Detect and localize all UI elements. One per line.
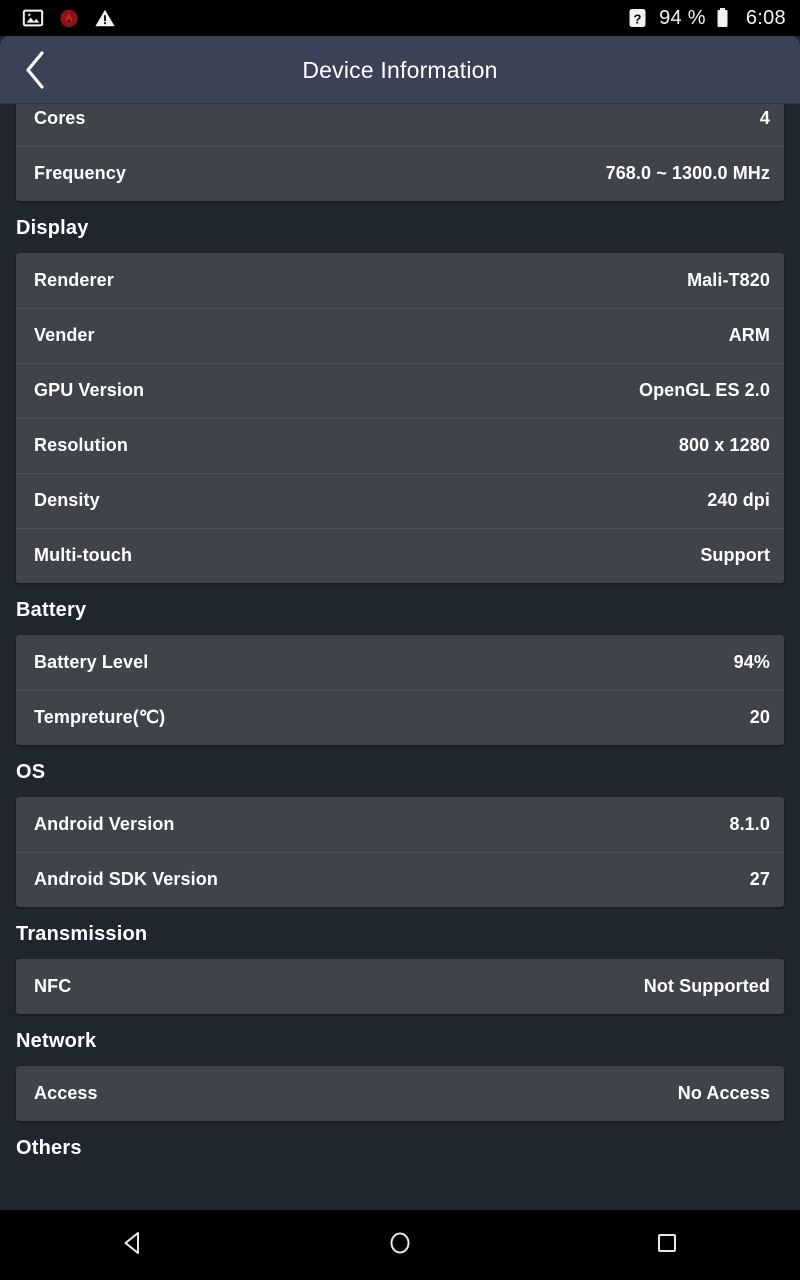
app-bar: Device Information bbox=[0, 36, 800, 104]
section-title-network-section: Network bbox=[16, 1030, 97, 1052]
card-display-section: Renderer Mali-T820 Vender ARM GPU Version Ope… bbox=[16, 253, 784, 583]
info-row-value: No Access bbox=[677, 1083, 770, 1103]
image-icon bbox=[22, 7, 44, 29]
info-row[interactable]: Tempreture(℃) 20 bbox=[16, 690, 784, 745]
device-information-screen: ? 94 % 6:08 Device Information Cores 4 F… bbox=[0, 0, 800, 1280]
nav-back-triangle-icon bbox=[118, 1228, 148, 1263]
nav-home-button[interactable] bbox=[267, 1210, 534, 1280]
info-row-value: 768.0 ~ 1300.0 MHz bbox=[605, 163, 770, 183]
info-row-label: Access bbox=[34, 1083, 98, 1103]
warning-triangle-icon bbox=[94, 7, 116, 29]
info-row-label: Android SDK Version bbox=[34, 869, 218, 889]
info-row-value: OpenGL ES 2.0 bbox=[638, 380, 770, 400]
info-row-value: 800 x 1280 bbox=[678, 435, 770, 455]
info-row-label: Android Version bbox=[34, 814, 175, 834]
info-row-label: NFC bbox=[34, 976, 72, 996]
card-transmission-section: NFC Not Supported bbox=[16, 959, 784, 1014]
nav-recents-square-icon bbox=[652, 1228, 682, 1263]
info-row-label: Renderer bbox=[34, 270, 114, 290]
section-title-battery-section: Battery bbox=[16, 599, 87, 621]
info-row-label: GPU Version bbox=[34, 380, 145, 400]
info-row-label: Multi-touch bbox=[34, 545, 133, 565]
nav-home-circle-icon bbox=[385, 1228, 415, 1263]
status-bar-notification-icons bbox=[22, 7, 116, 29]
info-row[interactable]: Resolution 800 x 1280 bbox=[16, 418, 784, 473]
info-row[interactable]: Access No Access bbox=[16, 1066, 784, 1121]
info-row-value: 240 dpi bbox=[707, 490, 770, 510]
section-title-transmission-section: Transmission bbox=[16, 923, 148, 945]
info-row[interactable]: NFC Not Supported bbox=[16, 959, 784, 1014]
info-row-value: Mali-T820 bbox=[687, 270, 770, 290]
unknown-signal-icon: ? bbox=[628, 7, 650, 29]
back-button[interactable] bbox=[0, 36, 70, 104]
info-row[interactable]: Cores 4 bbox=[16, 104, 784, 146]
info-row-label: Density bbox=[34, 490, 100, 510]
info-row-label: Vender bbox=[34, 325, 95, 345]
info-row[interactable]: Multi-touch Support bbox=[16, 528, 784, 583]
info-row[interactable]: Vender ARM bbox=[16, 308, 784, 363]
info-row[interactable]: Renderer Mali-T820 bbox=[16, 253, 784, 308]
info-row[interactable]: Android Version 8.1.0 bbox=[16, 797, 784, 852]
back-chevron-icon bbox=[22, 50, 48, 90]
section-title-os-section: OS bbox=[16, 761, 46, 783]
info-row-label: Cores bbox=[34, 108, 86, 128]
info-row-label: Tempreture(℃) bbox=[34, 707, 166, 727]
card-network-section: Access No Access bbox=[16, 1066, 784, 1121]
nav-recents-button[interactable] bbox=[533, 1210, 800, 1280]
battery-icon bbox=[715, 7, 737, 29]
battery-percent-text: 94 % bbox=[659, 6, 706, 29]
navigation-bar bbox=[0, 1210, 800, 1280]
svg-text:?: ? bbox=[634, 11, 642, 26]
info-row-value: 20 bbox=[749, 707, 770, 727]
info-row-value: ARM bbox=[728, 325, 770, 345]
flame-app-icon bbox=[58, 7, 80, 29]
scroll-content[interactable]: Cores 4 Frequency 768.0 ~ 1300.0 MHz Display… bbox=[0, 104, 800, 1210]
info-row-value: Support bbox=[700, 545, 770, 565]
info-row-value: 8.1.0 bbox=[729, 814, 770, 834]
info-row-value: 27 bbox=[749, 869, 770, 889]
info-row[interactable]: Android SDK Version 27 bbox=[16, 852, 784, 907]
info-row-label: Resolution bbox=[34, 435, 128, 455]
page-title: Device Information bbox=[302, 56, 498, 83]
section-title-others-section: Others bbox=[16, 1137, 82, 1159]
status-bar: ? 94 % 6:08 bbox=[0, 0, 800, 36]
card-os-section: Android Version 8.1.0 Android SDK Version 2… bbox=[16, 797, 784, 907]
info-row[interactable]: Frequency 768.0 ~ 1300.0 MHz bbox=[16, 146, 784, 201]
info-row[interactable]: Density 240 dpi bbox=[16, 473, 784, 528]
card-cpu-section: Cores 4 Frequency 768.0 ~ 1300.0 MHz bbox=[16, 104, 784, 201]
info-row-label: Frequency bbox=[34, 163, 126, 183]
status-bar-system-icons: ? 94 % 6:08 bbox=[628, 7, 786, 30]
card-battery-section: Battery Level 94% Tempreture(℃) 20 bbox=[16, 635, 784, 745]
info-row[interactable]: Battery Level 94% bbox=[16, 635, 784, 690]
info-row-value: 4 bbox=[759, 108, 770, 128]
section-title-display-section: Display bbox=[16, 217, 89, 239]
info-row[interactable]: GPU Version OpenGL ES 2.0 bbox=[16, 363, 784, 418]
info-row-value: Not Supported bbox=[643, 976, 770, 996]
info-row-label: Battery Level bbox=[34, 652, 149, 672]
nav-back-button[interactable] bbox=[0, 1210, 267, 1280]
clock-text: 6:08 bbox=[745, 6, 786, 29]
info-row-value: 94% bbox=[733, 652, 770, 672]
section-list: Cores 4 Frequency 768.0 ~ 1300.0 MHz Display… bbox=[0, 104, 800, 1173]
